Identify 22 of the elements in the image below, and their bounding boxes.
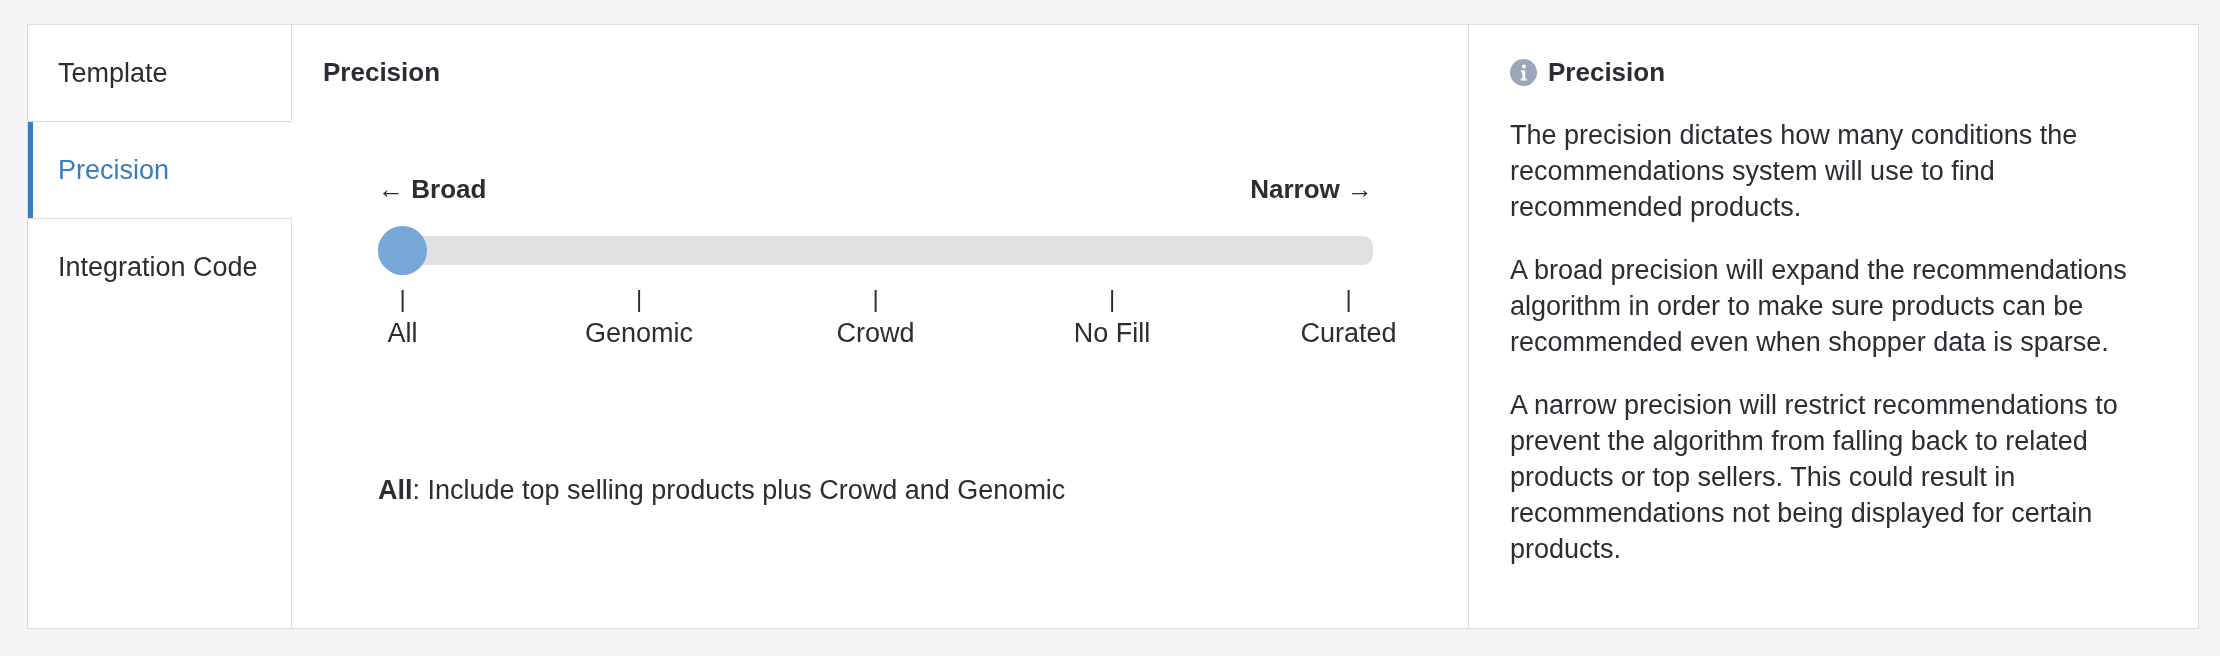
- scale-tick: |: [1108, 284, 1116, 314]
- precision-slider[interactable]: [378, 226, 1373, 275]
- stop-label: Curated: [1300, 317, 1397, 350]
- help-paragraph: A broad precision will expand the recommendations algorithm in order to make sure products can be recommended even when shopper data is sparse.: [1510, 254, 2128, 359]
- scale-tick: |: [1345, 284, 1352, 314]
- stop-label: Genomic: [585, 317, 694, 350]
- scale-tick: |: [399, 284, 406, 314]
- slider-thumb[interactable]: [378, 226, 427, 275]
- broad-end-label: ← Broad: [378, 173, 487, 206]
- scale-tick: |: [872, 284, 879, 314]
- section-title: Precision: [323, 56, 442, 89]
- scale-tick: |: [635, 284, 643, 314]
- help-paragraph: The precision dictates how many conditions the recommendations system will use to find recommended products.: [1510, 119, 2079, 224]
- help-paragraph: A narrow precision will restrict recommendations to prevent the algorithm from falling back to related products or top sellers. This could result in recommendations not being displayed for certain products.: [1510, 389, 2119, 566]
- stop-label: No Fill: [1073, 317, 1151, 350]
- info-icon: [1510, 59, 1537, 86]
- narrow-end-label: Narrow →: [1250, 173, 1373, 206]
- stop-label: All: [387, 317, 418, 350]
- help-title: Precision: [1548, 56, 1666, 89]
- stop-label: Crowd: [836, 317, 915, 350]
- tab[interactable]: Precision: [28, 122, 292, 219]
- level-description: All: Include top selling products plus Crowd and Genomic: [378, 474, 1067, 507]
